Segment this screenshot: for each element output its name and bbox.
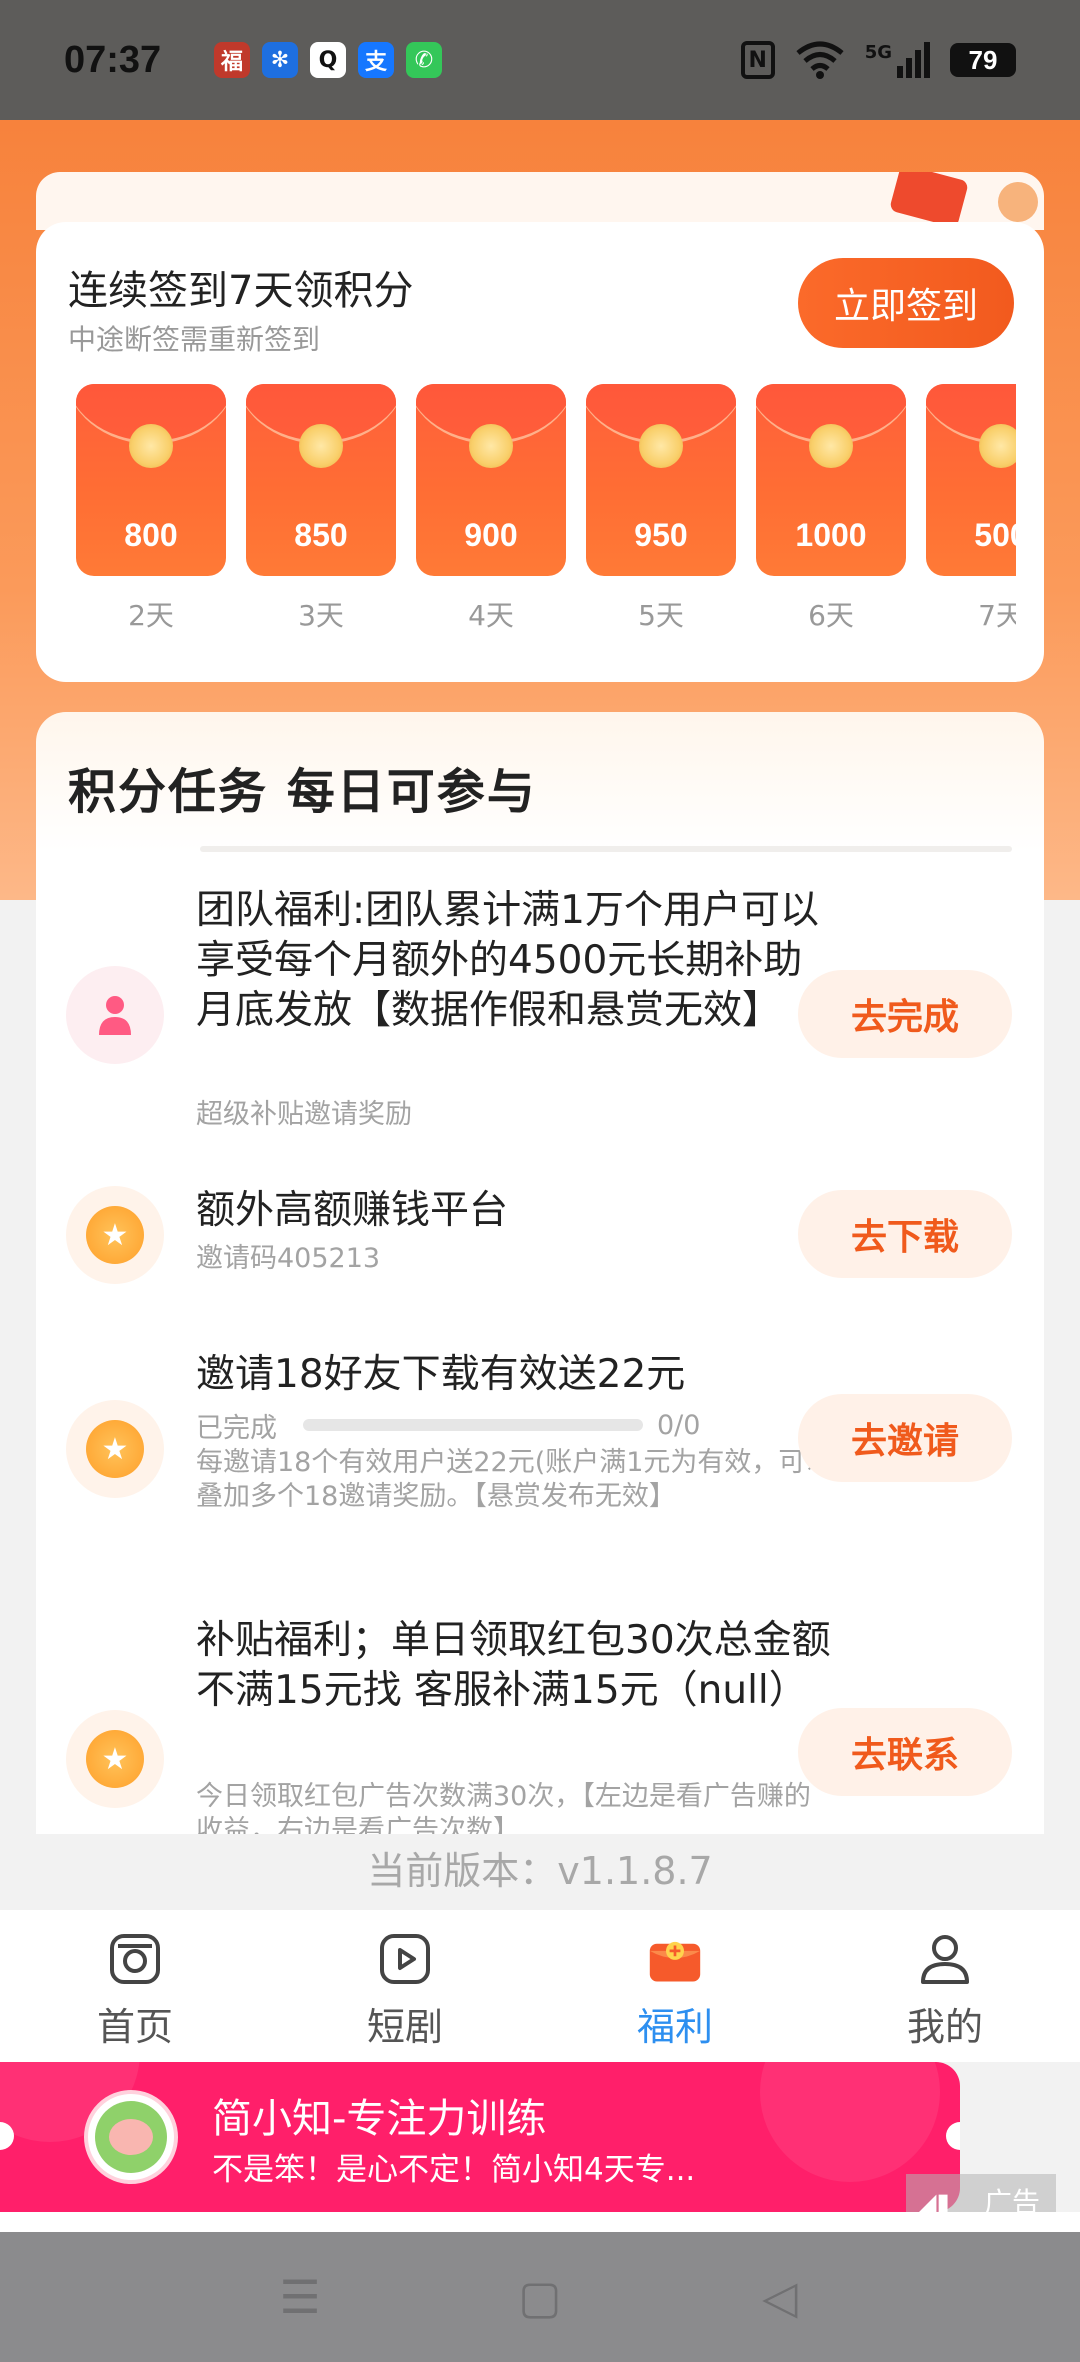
progress-label: 已完成 xyxy=(196,1412,277,1444)
phone-app-icon: ✆ xyxy=(406,42,442,78)
day-label: 7天 xyxy=(978,599,1016,632)
day-label: 2天 xyxy=(128,599,174,632)
red-envelope-icon: 800 xyxy=(76,384,226,576)
signin-card: 连续签到7天领积分 中途断签需重新签到 立即签到 800 2天 850 3天 9… xyxy=(36,222,1044,682)
task-subtitle: 超级补贴邀请奖励 xyxy=(196,1099,412,1130)
gift-icon xyxy=(648,1932,702,1986)
task-progress: 已完成 0/0 xyxy=(196,1408,856,1444)
invite-button[interactable]: 去邀请 xyxy=(798,1394,1012,1482)
signin-button[interactable]: 立即签到 xyxy=(798,258,1014,348)
play-icon xyxy=(378,1932,432,1986)
red-envelope-decoration xyxy=(888,172,970,229)
signin-day[interactable]: 900 4天 xyxy=(416,384,566,634)
signin-days: 800 2天 850 3天 900 4天 950 5天 1000 6天 500 … xyxy=(76,384,1016,634)
nav-item-drama[interactable]: 短剧 xyxy=(270,1910,540,2062)
signin-title: 连续签到7天领积分 xyxy=(68,268,414,314)
red-envelope-icon: 900 xyxy=(416,384,566,576)
divider xyxy=(200,846,1012,852)
battery-icon: 79 xyxy=(950,43,1016,77)
game-app-icon: 福 xyxy=(214,42,250,78)
ad-description: 不是笨！是心不定！简小知4天专... xyxy=(212,2152,696,2188)
nav-label: 福利 xyxy=(636,2005,713,2049)
star-coin-icon: ★ xyxy=(66,1710,164,1808)
home-icon xyxy=(108,1932,162,1986)
home-button-icon[interactable]: ▢ xyxy=(500,2270,580,2324)
status-time: 07:37 xyxy=(64,38,162,81)
day-label: 3天 xyxy=(298,599,344,632)
day-points: 800 xyxy=(124,517,178,553)
progress-bar xyxy=(303,1419,643,1431)
task-title: 邀请18好友下载有效送22元 xyxy=(196,1352,686,1397)
task-section-heading: 积分任务 每日可参与 xyxy=(68,764,537,820)
profile-icon xyxy=(918,1932,972,1986)
fan-app-icon: ✻ xyxy=(262,42,298,78)
nav-label: 我的 xyxy=(906,2005,983,2049)
back-icon[interactable]: ◁ xyxy=(740,2270,820,2324)
task-title: 额外高额赚钱平台 xyxy=(196,1188,509,1233)
task-subtitle: 每邀请18个有效用户送22元(账户满1元为有效，可以叠加多个18邀请奖励。【悬赏… xyxy=(196,1447,833,1512)
version-text: 当前版本：v1.1.8.7 xyxy=(367,1849,713,1893)
red-envelope-icon: 1000 xyxy=(756,384,906,576)
task-title: 团队福利:团队累计满1万个用户可以享受每个月额外的4500元长期补助月底发放【数… xyxy=(196,888,819,1033)
progress-value: 0/0 xyxy=(657,1409,701,1441)
task-subtitle: 今日领取红包广告次数满30次，【左边是看广告赚的收益，右边是看广告次数】 xyxy=(196,1781,811,1834)
red-envelope-icon: 950 xyxy=(586,384,736,576)
day-points: 850 xyxy=(294,517,348,553)
contact-button[interactable]: 去联系 xyxy=(798,1708,1012,1796)
signin-day[interactable]: 1000 6天 xyxy=(756,384,906,634)
nav-label: 短剧 xyxy=(366,2005,443,2049)
ad-app-logo xyxy=(84,2090,178,2184)
nav-label: 首页 xyxy=(96,2005,173,2049)
red-envelope-icon: 500 xyxy=(926,384,1016,576)
download-button[interactable]: 去下载 xyxy=(798,1190,1012,1278)
status-bar: 07:37 福 ✻ Q 支 ✆ N 5G 79 xyxy=(0,0,1080,120)
signin-subtitle: 中途断签需重新签到 xyxy=(68,323,321,356)
signin-day[interactable]: 500 7天 xyxy=(926,384,1016,634)
ad-title: 简小知-专注力训练 xyxy=(212,2096,547,2142)
complete-button[interactable]: 去完成 xyxy=(798,970,1012,1058)
nfc-icon: N xyxy=(740,41,775,79)
signin-day[interactable]: 950 5天 xyxy=(586,384,736,634)
nav-item-profile[interactable]: 我的 xyxy=(810,1910,1080,2062)
task-subtitle: 邀请码405213 xyxy=(196,1243,381,1274)
signal-icon: 5G xyxy=(865,42,930,78)
day-points: 900 xyxy=(464,517,518,553)
star-coin-icon: ★ xyxy=(66,1400,164,1498)
red-envelope-icon: 850 xyxy=(246,384,396,576)
day-label: 4天 xyxy=(468,599,514,632)
task-card[interactable]: 积分任务 每日可参与 团队福利:团队累计满1万个用户可以享受每个月额外的4500… xyxy=(36,712,1044,1834)
day-points: 500 xyxy=(974,517,1016,553)
coin-decoration xyxy=(998,182,1038,222)
qq-app-icon: Q xyxy=(310,42,346,78)
menu-icon[interactable]: ☰ xyxy=(260,2270,340,2324)
day-points: 950 xyxy=(634,517,688,553)
notification-icons: 福 ✻ Q 支 ✆ xyxy=(214,42,442,78)
bottom-nav: 首页 短剧 福利 我的 xyxy=(0,1910,1080,2062)
ad-banner[interactable]: 简小知-专注力训练 不是笨！是心不定！简小知4天专... xyxy=(0,2062,960,2212)
nav-item-welfare[interactable]: 福利 xyxy=(540,1910,810,2062)
day-points: 1000 xyxy=(795,517,867,553)
day-label: 5天 xyxy=(638,599,684,632)
system-nav: ☰ ▢ ◁ xyxy=(0,2232,1080,2362)
task-title: 补贴福利；单日领取红包30次总金额不满15元找 客服补满15元（null） xyxy=(196,1618,831,1713)
day-label: 6天 xyxy=(808,599,854,632)
signin-day[interactable]: 800 2天 xyxy=(76,384,226,634)
person-icon xyxy=(66,966,164,1064)
star-coin-icon: ★ xyxy=(66,1186,164,1284)
wifi-icon xyxy=(796,41,844,79)
signin-day[interactable]: 850 3天 xyxy=(246,384,396,634)
nav-item-home[interactable]: 首页 xyxy=(0,1910,270,2062)
alipay-app-icon: 支 xyxy=(358,42,394,78)
